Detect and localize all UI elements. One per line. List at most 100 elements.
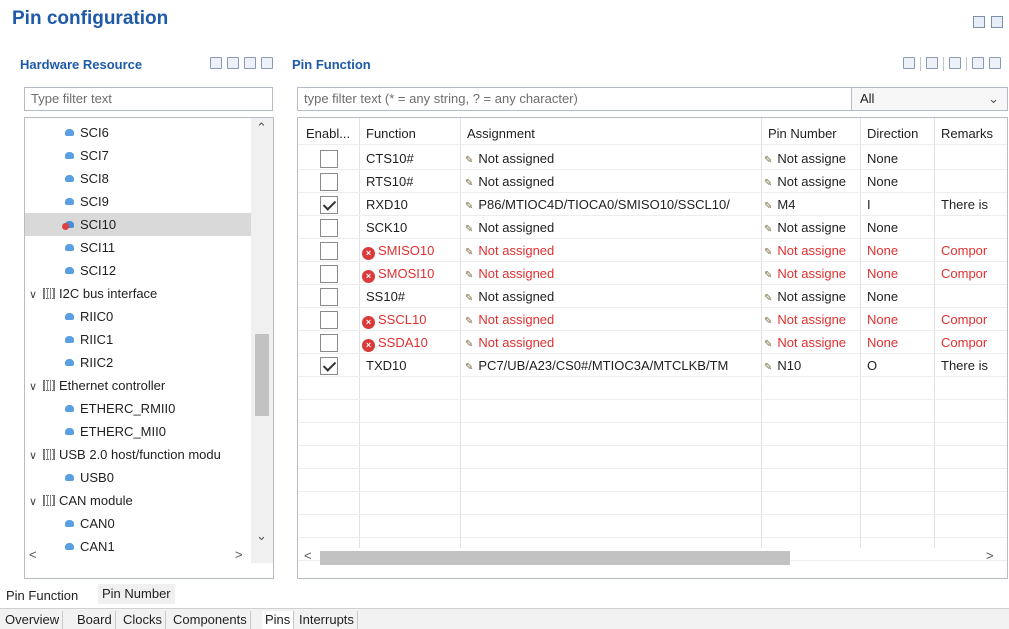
tree-group[interactable]: ∨ I2C bus interface — [25, 282, 251, 305]
print-icon[interactable] — [991, 16, 1003, 28]
export-icon[interactable] — [989, 57, 1001, 69]
assignment-cell[interactable]: ✎ Not assigned — [465, 216, 759, 239]
enable-checkbox[interactable] — [320, 219, 338, 237]
enable-checkbox[interactable] — [320, 334, 338, 352]
filter-scope-select[interactable]: All ⌄ — [851, 87, 1008, 111]
tree-item[interactable]: USB0 — [25, 466, 251, 489]
pin-number-cell[interactable]: ✎ N10 — [764, 354, 860, 377]
collapse-all-icon[interactable] — [227, 57, 239, 69]
enable-checkbox[interactable] — [320, 196, 338, 214]
column-enabled[interactable]: Enabl... — [306, 122, 350, 145]
table-row[interactable]: RXD10 ✎ P86/MTIOC4D/TIOCA0/SMISO10/SSCL10/… — [298, 193, 1007, 216]
enable-checkbox[interactable] — [320, 265, 338, 283]
tree-group[interactable]: ∨ USB 2.0 host/function modu — [25, 443, 251, 466]
assignment-cell[interactable]: ✎ Not assigned — [465, 147, 759, 170]
table-row[interactable]: SCK10 ✎ Not assigned ✎ Not assigne None — [298, 216, 1007, 239]
column-direction[interactable]: Direction — [867, 122, 918, 145]
pin-function-filter-input[interactable]: type filter text (* = any string, ? = an… — [297, 87, 852, 111]
chip-icon[interactable] — [926, 57, 938, 69]
pin-number-cell[interactable]: ✎ Not assigne — [764, 239, 860, 262]
expand-all-icon[interactable] — [210, 57, 222, 69]
assignment-cell[interactable]: ✎ Not assigned — [465, 308, 759, 331]
scroll-down-icon[interactable]: ⌄ — [256, 528, 267, 544]
tab-interrupts[interactable]: Interrupts — [296, 611, 358, 629]
column-pin-number[interactable]: Pin Number — [768, 122, 837, 145]
expand-arrow-icon[interactable]: ∨ — [29, 376, 43, 399]
tab-pins[interactable]: Pins — [262, 611, 295, 629]
sort-icon[interactable] — [244, 57, 256, 69]
scroll-right-icon[interactable]: > — [235, 547, 243, 562]
pin-number-cell[interactable]: ✎ Not assigne — [764, 262, 860, 285]
column-remarks[interactable]: Remarks — [941, 122, 1007, 145]
table-row[interactable]: SS10# ✎ Not assigned ✎ Not assigne None — [298, 285, 1007, 308]
expand-arrow-icon[interactable]: ∨ — [29, 491, 43, 514]
enable-checkbox[interactable] — [320, 242, 338, 260]
table-row[interactable]: × SSCL10 ✎ Not assigned ✎ Not assigne None Comp… — [298, 308, 1007, 331]
tab-board[interactable]: Board — [74, 611, 116, 629]
expand-arrow-icon[interactable]: ∨ — [29, 284, 43, 307]
table-row[interactable]: × SMISO10 ✎ Not assigned ✎ Not assigne None Com… — [298, 239, 1007, 262]
scroll-left-icon[interactable]: < — [29, 547, 37, 562]
hierarchy-icon[interactable] — [261, 57, 273, 69]
scroll-right-icon[interactable]: > — [986, 548, 994, 563]
expand-arrow-icon[interactable]: ∨ — [29, 445, 43, 468]
refresh-icon[interactable] — [903, 57, 915, 69]
pin-number-cell[interactable]: ✎ Not assigne — [764, 170, 860, 193]
enable-checkbox[interactable] — [320, 288, 338, 306]
tree-item[interactable]: SCI6 — [25, 121, 251, 144]
enable-checkbox[interactable] — [320, 150, 338, 168]
table-row[interactable]: CTS10# ✎ Not assigned ✎ Not assigne None — [298, 147, 1007, 170]
scroll-up-icon[interactable]: ⌃ — [256, 120, 267, 136]
assignment-cell[interactable]: ✎ Not assigned — [465, 262, 759, 285]
tree-item[interactable]: ETHERC_RMII0 — [25, 397, 251, 420]
tree-item[interactable]: SCI7 — [25, 144, 251, 167]
save-icon[interactable] — [949, 57, 961, 69]
tree-item[interactable]: SCI9 — [25, 190, 251, 213]
table-row[interactable]: × SMOSI10 ✎ Not assigned ✎ Not assigne None Com… — [298, 262, 1007, 285]
enable-checkbox[interactable] — [320, 173, 338, 191]
table-row[interactable]: RTS10# ✎ Not assigned ✎ Not assigne None — [298, 170, 1007, 193]
column-function[interactable]: Function — [366, 122, 416, 145]
pin-number-cell[interactable]: ✎ Not assigne — [764, 308, 860, 331]
column-assignment[interactable]: Assignment — [467, 122, 535, 145]
hardware-resource-tree[interactable]: SCI6 SCI7 SCI8 SCI9 SCI10 SCI11 SCI12 ∨ I2C bus … — [24, 117, 274, 579]
pin-number-cell[interactable]: ✎ Not assigne — [764, 216, 860, 239]
tab-clocks[interactable]: Clocks — [120, 611, 167, 629]
tab-pin-function[interactable]: Pin Function — [2, 586, 83, 606]
import-icon[interactable] — [972, 57, 984, 69]
tab-overview[interactable]: Overview — [2, 611, 64, 629]
hardware-filter-input[interactable]: Type filter text — [24, 87, 273, 111]
table-row[interactable]: × SSDA10 ✎ Not assigned ✎ Not assigne None Comp… — [298, 331, 1007, 354]
tree-item[interactable]: RIIC0 — [25, 305, 251, 328]
tab-pin-number[interactable]: Pin Number — [98, 584, 175, 604]
assignment-cell[interactable]: ✎ Not assigned — [465, 331, 759, 354]
tree-group[interactable]: ∨ Ethernet controller — [25, 374, 251, 397]
tree-item[interactable]: ETHERC_MII0 — [25, 420, 251, 443]
pin-number-cell[interactable]: ✎ Not assigne — [764, 285, 860, 308]
pin-number-cell[interactable]: ✎ Not assigne — [764, 331, 860, 354]
tree-item[interactable]: RIIC2 — [25, 351, 251, 374]
tree-item[interactable]: RIIC1 — [25, 328, 251, 351]
tree-item[interactable]: SCI11 — [25, 236, 251, 259]
generate-code-icon[interactable] — [973, 16, 985, 28]
enable-checkbox[interactable] — [320, 357, 338, 375]
tree-scroll-thumb[interactable] — [255, 334, 269, 416]
table-scroll-thumb[interactable] — [320, 551, 790, 565]
table-row[interactable]: TXD10 ✎ PC7/UB/A23/CS0#/MTIOC3A/MTCLKB/TM ✎… — [298, 354, 1007, 377]
scroll-left-icon[interactable]: < — [304, 548, 312, 563]
tree-group[interactable]: ∨ CAN module — [25, 489, 251, 512]
enable-checkbox[interactable] — [320, 311, 338, 329]
tree-horizontal-scrollbar[interactable]: < > — [25, 545, 273, 578]
assignment-cell[interactable]: ✎ P86/MTIOC4D/TIOCA0/SMISO10/SSCL10/ — [465, 193, 759, 216]
tree-item[interactable]: SCI10 — [25, 213, 251, 236]
assignment-cell[interactable]: ✎ Not assigned — [465, 239, 759, 262]
pin-number-cell[interactable]: ✎ Not assigne — [764, 147, 860, 170]
table-horizontal-scrollbar[interactable]: < > — [298, 545, 1007, 578]
tab-components[interactable]: Components — [170, 611, 251, 629]
pin-number-cell[interactable]: ✎ M4 — [764, 193, 860, 216]
tree-item[interactable]: CAN0 — [25, 512, 251, 535]
assignment-cell[interactable]: ✎ Not assigned — [465, 170, 759, 193]
tree-vertical-scrollbar[interactable]: ⌃ ⌄ — [251, 118, 273, 563]
tree-item[interactable]: SCI12 — [25, 259, 251, 282]
assignment-cell[interactable]: ✎ PC7/UB/A23/CS0#/MTIOC3A/MTCLKB/TM — [465, 354, 759, 377]
